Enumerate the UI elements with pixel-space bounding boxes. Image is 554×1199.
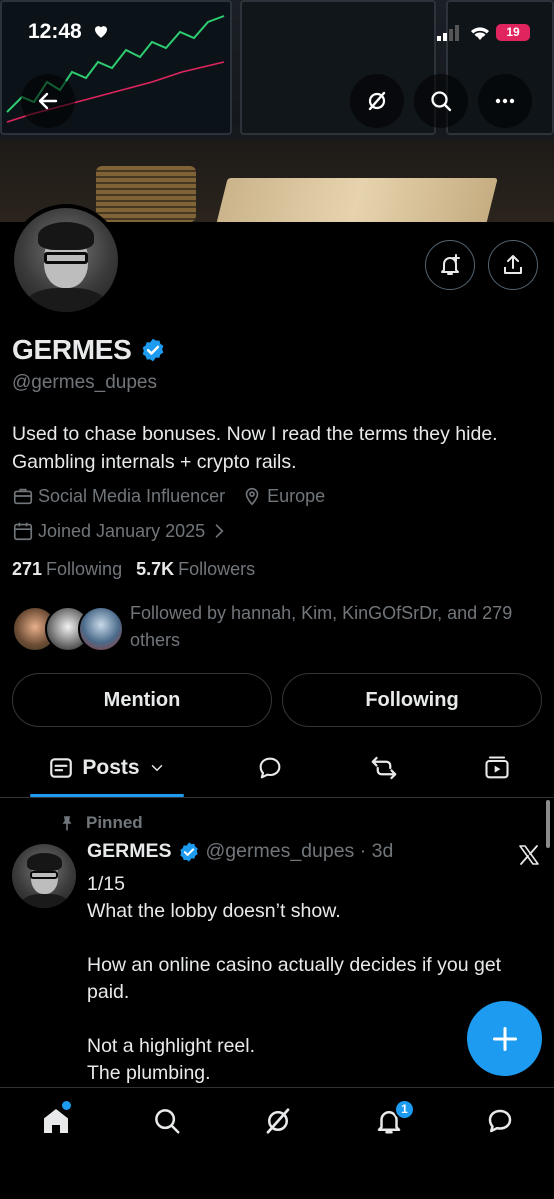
calendar-icon (13, 522, 33, 541)
verified-badge-icon[interactable] (140, 337, 166, 363)
nav-search[interactable] (150, 1104, 184, 1138)
nav-messages[interactable] (483, 1104, 517, 1138)
search-button[interactable] (414, 74, 468, 128)
tab-replies[interactable] (245, 740, 295, 796)
following-button[interactable]: Following (282, 673, 542, 727)
banner-coins (96, 166, 196, 222)
back-arrow-icon (38, 92, 58, 110)
pin-icon (62, 816, 72, 831)
post-text[interactable]: 1/15 What the lobby doesn’t show. How an… (87, 871, 527, 1087)
verified-badge-icon (179, 841, 198, 862)
x-logo-icon (519, 845, 539, 865)
tab-posts[interactable]: Posts (30, 740, 184, 797)
chevron-right-icon (215, 524, 224, 538)
grok-icon (368, 91, 386, 111)
post-author-name[interactable]: GERMES (87, 840, 172, 863)
display-name: GERMES (12, 334, 132, 365)
profile-tabs: Posts (0, 740, 554, 798)
followed-by-text: Followed by hannah, Kim, KinGOfSrDr, and… (130, 603, 513, 650)
search-icon (431, 91, 452, 112)
profile-bio: Used to chase bonuses. Now I read the te… (12, 423, 498, 473)
more-options-button[interactable] (478, 74, 532, 128)
post-author-avatar[interactable] (12, 844, 76, 908)
profile-stats: 271 Following 5.7K Followers (12, 559, 255, 580)
profile-joined-row[interactable]: Joined January 2025 (12, 520, 233, 542)
grok-nav-icon (266, 1108, 290, 1134)
location-pin-icon (245, 487, 259, 506)
more-icon (495, 98, 515, 104)
posts-icon (50, 758, 73, 778)
profile-name-row: GERMES (12, 334, 166, 366)
home-unread-dot (62, 1101, 71, 1110)
pinned-indicator: Pinned (58, 813, 143, 833)
compose-button[interactable] (467, 1001, 542, 1076)
reposts-icon (371, 756, 397, 780)
tab-active-indicator (30, 794, 184, 797)
search-nav-icon (155, 1109, 180, 1134)
media-icon (485, 756, 509, 779)
signal-icon (437, 25, 459, 41)
notify-button[interactable] (425, 240, 475, 290)
followed-by-row[interactable]: Followed by hannah, Kim, KinGOfSrDr, and… (12, 600, 545, 654)
profile-meta-row: Social Media Influencer Europe (12, 485, 325, 507)
profile-avatar[interactable] (10, 204, 122, 316)
nav-grok[interactable] (261, 1104, 295, 1138)
avatar (78, 606, 124, 652)
followed-by-avatars (12, 600, 124, 652)
profile-joined: Joined January 2025 (38, 520, 206, 541)
mention-button[interactable]: Mention (12, 673, 272, 727)
profile-location: Europe (267, 485, 326, 506)
share-icon (504, 255, 522, 274)
share-button[interactable] (488, 240, 538, 290)
battery-indicator: 19 (496, 24, 530, 41)
followers-stat[interactable]: 5.7K Followers (136, 559, 255, 580)
chevron-down-icon (151, 765, 162, 772)
following-stat[interactable]: 271 Following (12, 559, 122, 580)
messages-icon (488, 1109, 512, 1133)
notify-bell-icon (441, 254, 460, 275)
tab-posts-label: Posts (82, 756, 140, 779)
profile-handle: @germes_dupes (12, 372, 157, 393)
pinned-label: Pinned (86, 813, 143, 832)
status-time: 12:48 (28, 20, 82, 43)
wifi-icon (471, 27, 489, 40)
tab-media[interactable] (472, 740, 522, 796)
replies-icon (259, 757, 281, 779)
heart-icon (95, 26, 107, 38)
grok-button[interactable] (350, 74, 404, 128)
scrollbar[interactable] (546, 800, 550, 848)
post-handle-time: @germes_dupes · 3d (205, 840, 394, 862)
status-bar: 12:48 19 (0, 0, 554, 64)
compose-plus-icon (492, 1026, 517, 1051)
back-button[interactable] (21, 74, 75, 128)
bottom-nav: 1 (0, 1087, 554, 1199)
profile-category: Social Media Influencer (38, 485, 226, 506)
briefcase-icon (13, 488, 33, 505)
tab-reposts[interactable] (359, 740, 409, 796)
banner-book (216, 178, 498, 222)
post-header: GERMES @germes_dupes · 3d (87, 840, 393, 863)
notification-count-badge: 1 (394, 1099, 415, 1120)
